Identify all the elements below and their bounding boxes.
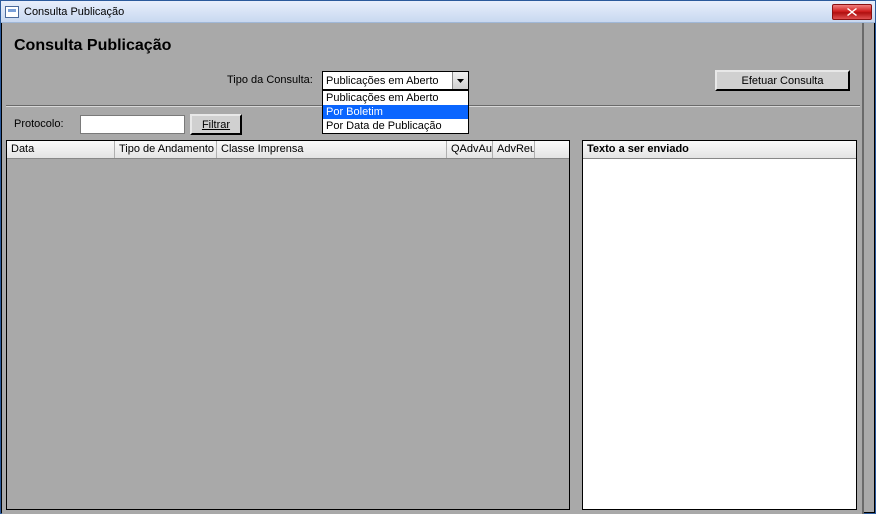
client-area: Consulta Publicação Tipo da Consulta: Pu… [1, 23, 875, 513]
results-grid[interactable]: DataTipo de AndamentoClasse ImprensaQAdv… [6, 140, 570, 510]
dropdown-toggle[interactable] [452, 72, 468, 89]
grid-column-header[interactable]: QAdvAut [447, 141, 493, 158]
dropdown-selected-value: Publicações em Aberto [323, 75, 452, 87]
close-icon [847, 8, 857, 16]
grid-column-header[interactable]: Classe Imprensa [217, 141, 447, 158]
window-title: Consulta Publicação [24, 6, 832, 18]
dropdown-option[interactable]: Publicações em Aberto [323, 91, 468, 105]
page-title: Consulta Publicação [14, 37, 171, 55]
protocolo-label: Protocolo: [14, 118, 64, 130]
grid-header: DataTipo de AndamentoClasse ImprensaQAdv… [7, 141, 569, 159]
window: Consulta Publicação Consulta Publicação … [0, 0, 876, 514]
grid-column-header[interactable]: AdvReu [493, 141, 535, 158]
close-button[interactable] [832, 4, 872, 20]
texto-panel: Texto a ser enviado [582, 140, 857, 510]
grid-column-header[interactable]: Tipo de Andamento [115, 141, 217, 158]
filtrar-button[interactable]: Filtrar [190, 114, 242, 135]
protocolo-input[interactable] [80, 115, 185, 134]
efetuar-consulta-button[interactable]: Efetuar Consulta [715, 70, 850, 91]
chevron-down-icon [457, 79, 464, 83]
grid-column-header[interactable]: Data [7, 141, 115, 158]
tipo-consulta-dropdown-list[interactable]: Publicações em AbertoPor BoletimPor Data… [322, 90, 469, 134]
tipo-consulta-label: Tipo da Consulta: [227, 74, 313, 86]
dropdown-option[interactable]: Por Data de Publicação [323, 119, 468, 133]
form-panel: Consulta Publicação Tipo da Consulta: Pu… [2, 23, 864, 514]
app-icon [5, 6, 19, 18]
titlebar: Consulta Publicação [1, 1, 875, 23]
texto-panel-title: Texto a ser enviado [583, 141, 856, 159]
dropdown-option[interactable]: Por Boletim [323, 105, 468, 119]
tipo-consulta-dropdown[interactable]: Publicações em Aberto [322, 71, 469, 90]
